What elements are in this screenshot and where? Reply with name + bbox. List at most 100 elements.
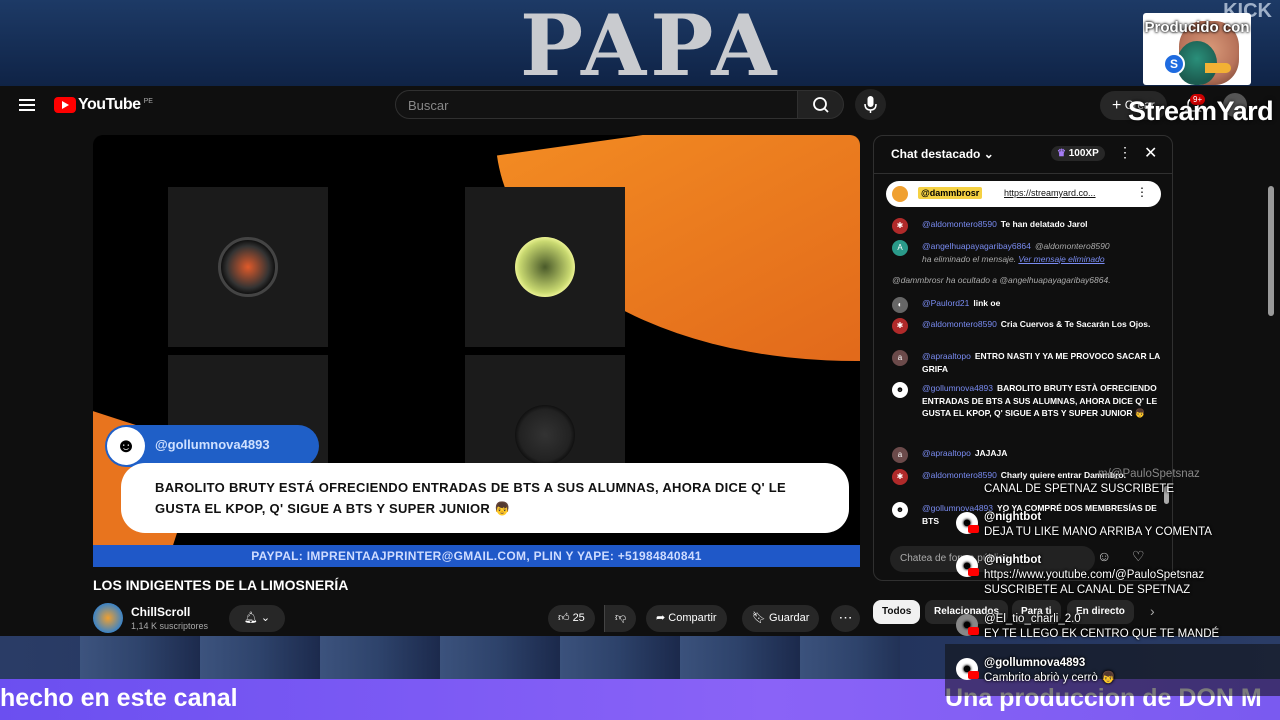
overlay-avatar: ☻ bbox=[956, 614, 979, 636]
chat-header: Chat destacado ⌄ ♛ 100XP ⋮ ✕ bbox=[874, 136, 1172, 174]
video-player[interactable]: ☻ @gollumnova4893 BAROLITO BRUTY ESTÁ OF… bbox=[93, 135, 860, 567]
chat-mention: @aldomontero8590 bbox=[1034, 241, 1110, 251]
chat-mode-dropdown[interactable]: Chat destacado ⌄ bbox=[891, 147, 994, 161]
pinned-avatar bbox=[892, 186, 908, 202]
share-button[interactable]: ➦ Compartir bbox=[646, 605, 727, 632]
youtube-mini-icon bbox=[968, 568, 979, 576]
voice-search-button[interactable] bbox=[855, 89, 886, 120]
subscription-bell-button[interactable]: 🔔︎ ⌄ bbox=[229, 605, 285, 632]
lower-third-avatar: ☻ bbox=[107, 427, 145, 465]
dislike-button[interactable]: 👎︎ bbox=[604, 605, 637, 632]
channel-name[interactable]: ChillScroll bbox=[131, 605, 190, 619]
overlay-comment-text: EY TE LLEGO EK CENTRO QUE TE MANDÉ bbox=[984, 628, 1220, 640]
background-crowd-image bbox=[80, 636, 900, 680]
chat-system-text: ha eliminado el mensaje. bbox=[922, 253, 1017, 264]
overlay-comment-text: DEJA TU LIKE MANO ARRIBA Y COMENTA bbox=[984, 526, 1212, 538]
country-code: PE bbox=[143, 97, 153, 105]
chat-username[interactable]: @Paulord21 bbox=[922, 298, 969, 308]
search-icon bbox=[813, 97, 829, 113]
overlay-comment: ☻ @El_tio_charli_2.0 EY TE LLEGO EK CENTR… bbox=[956, 612, 1276, 642]
chat-mode-label: Chat destacado bbox=[891, 147, 981, 161]
participant-avatar bbox=[515, 405, 575, 465]
duck-beak-icon bbox=[1205, 63, 1231, 73]
ticker-left-text: hecho en este canal bbox=[0, 684, 238, 712]
like-button[interactable]: 👍︎ 25 bbox=[548, 605, 595, 632]
search-button[interactable] bbox=[797, 90, 844, 119]
overlay-comment: ☻ @nightbot DEJA TU LIKE MANO ARRIBA Y CO… bbox=[956, 510, 1276, 540]
chat-username[interactable]: @gollumnova4893 bbox=[922, 383, 993, 393]
user-avatar: a bbox=[892, 350, 908, 366]
participant-avatar bbox=[218, 237, 278, 297]
video-title: LOS INDIGENTES DE LA LIMOSNERÍA bbox=[93, 577, 349, 593]
producido-label: Producido con bbox=[1144, 19, 1250, 36]
more-actions-button[interactable]: ⋯ bbox=[831, 605, 860, 632]
overlay-ghost-link-text: m/@PauloSpetsnaz bbox=[1098, 468, 1200, 480]
chat-text: JAJAJA bbox=[974, 448, 1008, 458]
youtube-logo[interactable]: YouTube PE bbox=[54, 96, 153, 114]
lower-third-message: BAROLITO BRUTY ESTÁ OFRECIENDO ENTRADAS … bbox=[155, 480, 787, 516]
youtube-header: YouTube PE Buscar + Crear 9+ bbox=[0, 86, 1280, 126]
overlay-comment-text: CANAL DE SPETNAZ SUSCRIBETE bbox=[984, 483, 1175, 495]
user-avatar: ✱ bbox=[892, 218, 908, 234]
search-input[interactable]: Buscar bbox=[395, 90, 798, 119]
share-label: Compartir bbox=[668, 612, 717, 624]
overlay-avatar: ☻ bbox=[956, 512, 979, 534]
chat-message: a @apraaltopo ENTRO NASTI Y YA ME PROVOCO… bbox=[892, 350, 1162, 375]
pinned-more-icon[interactable]: ⋮ bbox=[1136, 185, 1148, 199]
chat-username[interactable]: @aldomontero8590 bbox=[922, 470, 997, 480]
chat-username[interactable]: @angelhuapayagaribay6864 bbox=[922, 241, 1031, 251]
bookmark-icon: 🔖︎ bbox=[752, 612, 766, 624]
producer-badge: S bbox=[1163, 53, 1185, 75]
lower-third-name-tag: ☻ @gollumnova4893 bbox=[105, 425, 319, 467]
chat-system-text: @dammbrosr ha ocultado a @angelhuapayaga… bbox=[892, 275, 1111, 285]
overlay-avatar: ☻ bbox=[956, 658, 979, 680]
save-button[interactable]: 🔖︎ Guardar bbox=[742, 605, 820, 632]
paypal-info-bar: PAYPAL: IMPRENTAAJPRINTER@GMAIL.COM, PLI… bbox=[93, 545, 860, 567]
stream-banner-background: PAPA KICK bbox=[0, 0, 1280, 86]
view-deleted-link[interactable]: Ver mensaje eliminado bbox=[1018, 254, 1104, 264]
youtube-mini-icon bbox=[968, 525, 979, 533]
chat-message: A @angelhuapayagaribay6864 @aldomontero85… bbox=[892, 240, 1162, 265]
thumbs-up-icon: 👍︎ bbox=[558, 612, 570, 624]
chat-message: ✱ @aldomontero8590 Cria Cuervos & Te Saca… bbox=[892, 318, 1162, 334]
participant-tile bbox=[465, 187, 625, 347]
crown-icon: ♛ bbox=[1057, 148, 1066, 159]
thumbs-down-icon: 👎︎ bbox=[615, 612, 627, 624]
overlay-avatar: ☻ bbox=[956, 555, 979, 577]
producer-logo-box: S Producido con bbox=[1143, 13, 1251, 85]
like-count: 25 bbox=[572, 612, 585, 624]
xp-badge[interactable]: ♛ 100XP bbox=[1051, 146, 1105, 161]
overlay-comment: ☻ @nightbot https://www.youtube.com/@Paul… bbox=[956, 553, 1276, 598]
overlay-comment-name: @gollumnova4893 bbox=[984, 657, 1086, 669]
page-scrollbar-thumb[interactable] bbox=[1268, 186, 1274, 316]
chat-username[interactable]: @aldomontero8590 bbox=[922, 219, 997, 229]
chat-message: ✱ @aldomontero8590 Te han delatado Jarol bbox=[892, 218, 1162, 234]
user-avatar: ☻ bbox=[892, 382, 908, 398]
bell-icon: 🔔︎ bbox=[243, 612, 258, 624]
channel-avatar[interactable] bbox=[93, 603, 123, 633]
user-avatar: ☻ bbox=[892, 502, 908, 518]
pinned-link[interactable]: https://streamyard.co... bbox=[1004, 188, 1096, 198]
overlay-comment-name: @nightbot bbox=[984, 554, 1042, 566]
chat-more-button[interactable]: ⋮ bbox=[1118, 144, 1132, 161]
microphone-icon bbox=[864, 96, 877, 113]
user-avatar: ✱ bbox=[892, 318, 908, 334]
chip-todos[interactable]: Todos bbox=[873, 600, 921, 624]
overlay-comment-text: https://www.youtube.com/@PauloSpetsnaz S… bbox=[984, 569, 1205, 596]
pinned-username: @dammbrosr bbox=[918, 187, 983, 199]
chat-username[interactable]: @apraaltopo bbox=[922, 351, 971, 361]
youtube-play-icon bbox=[54, 97, 76, 113]
xp-label: 100XP bbox=[1068, 148, 1099, 159]
youtube-mini-icon bbox=[968, 671, 979, 679]
chat-system-message: @dammbrosr ha ocultado a @angelhuapayaga… bbox=[892, 274, 1162, 287]
chat-username[interactable]: @aldomontero8590 bbox=[922, 319, 997, 329]
overlay-comment-text: Cambrito abriò y cerrò 👦 bbox=[984, 672, 1116, 684]
pinned-message[interactable]: @dammbrosr https://streamyard.co... ⋮ bbox=[886, 181, 1161, 207]
chat-username[interactable]: @apraaltopo bbox=[922, 448, 971, 458]
chat-message: ☻ @gollumnova4893 BAROLITO BRUTY ESTÀ OFR… bbox=[892, 382, 1162, 420]
youtube-mini-icon bbox=[968, 627, 979, 635]
plus-icon: + bbox=[1112, 97, 1122, 114]
lower-third-username: @gollumnova4893 bbox=[155, 437, 270, 452]
menu-icon[interactable] bbox=[19, 99, 35, 112]
close-chat-button[interactable]: ✕ bbox=[1144, 143, 1157, 163]
